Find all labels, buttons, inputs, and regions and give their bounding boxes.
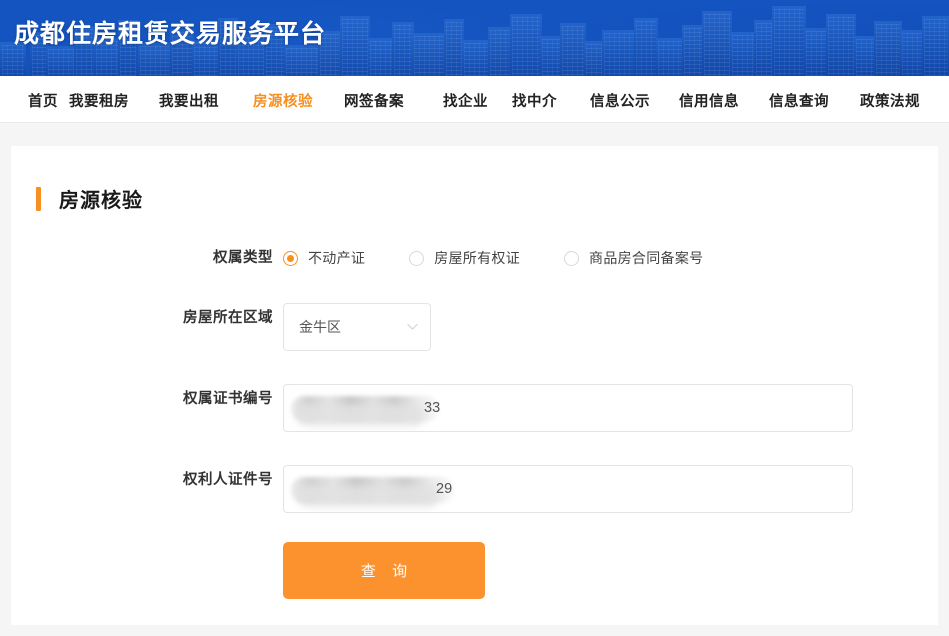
main-navigation: 首页 我要租房 我要出租 房源核验 网签备案 找企业 找中介 信息公示 信用信息 信息查询 政策法规 (0, 76, 949, 123)
nav-item-10[interactable]: 政策法规 (860, 90, 920, 111)
query-submit-button[interactable]: 查 询 (283, 542, 485, 599)
certificate-no-redaction (291, 396, 439, 422)
nav-item-1[interactable]: 我要租房 (69, 90, 129, 111)
owner-id-no-input[interactable]: 29 (283, 465, 853, 513)
certificate-no-value: 33 (424, 400, 441, 416)
owner-id-no-redaction (291, 477, 454, 503)
skyline-building (540, 36, 562, 76)
title-accent-bar (36, 186, 41, 211)
owner-id-no-label: 权利人证件号 (183, 472, 273, 488)
form-row-certificate-no: 权属证书编号 33 (11, 384, 938, 432)
content-panel: 房源核验 权属类型 不动产证 房屋所有权证 商品房合同备案号 房屋所在区域 金牛区 (11, 146, 938, 625)
certificate-no-input[interactable]: 33 (283, 384, 853, 432)
nav-item-7[interactable]: 信息公示 (590, 90, 650, 111)
skyline-building (392, 22, 414, 76)
skyline-building (510, 14, 542, 76)
skyline-building (488, 27, 512, 76)
ownership-type-option-2[interactable]: 商品房合同备案号 (564, 248, 703, 268)
ownership-type-option-1[interactable]: 房屋所有权证 (409, 248, 520, 268)
district-label: 房屋所在区域 (183, 310, 273, 326)
skyline-building (874, 21, 902, 76)
chevron-down-icon (407, 323, 418, 332)
owner-id-no-value: 29 (436, 481, 453, 497)
skyline-building (922, 16, 949, 76)
skyline-building (854, 36, 876, 76)
page-body: 房源核验 权属类型 不动产证 房屋所有权证 商品房合同备案号 房屋所在区域 金牛区 (0, 123, 949, 636)
skyline-building (702, 11, 732, 76)
skyline-building (682, 25, 704, 76)
certificate-no-field: 33 (283, 384, 938, 432)
nav-item-9[interactable]: 信息查询 (769, 90, 829, 111)
ownership-type-field: 不动产证 房屋所有权证 商品房合同备案号 (283, 243, 938, 273)
skyline-building (368, 38, 394, 76)
ownership-type-option-label: 不动产证 (308, 250, 366, 266)
ownership-type-radio-group: 不动产证 房屋所有权证 商品房合同备案号 (283, 243, 938, 273)
certificate-no-label: 权属证书编号 (183, 391, 273, 407)
form-row-district: 房屋所在区域 金牛区 (11, 303, 938, 351)
page-title: 房源核验 (59, 190, 143, 212)
page-title-group: 房源核验 (36, 184, 143, 213)
nav-item-8[interactable]: 信用信息 (679, 90, 739, 111)
skyline-building (444, 19, 464, 76)
nav-item-5[interactable]: 找企业 (443, 90, 488, 111)
nav-item-4[interactable]: 网签备案 (344, 90, 404, 111)
nav-item-6[interactable]: 找中介 (512, 90, 557, 111)
skyline-building (340, 16, 370, 76)
nav-item-2[interactable]: 我要出租 (159, 90, 219, 111)
verification-form: 权属类型 不动产证 房屋所有权证 商品房合同备案号 房屋所在区域 金牛区 权属证… (11, 243, 938, 599)
skyline-building (602, 30, 636, 76)
ownership-type-option-label: 房屋所有权证 (434, 250, 521, 266)
form-row-ownership-type: 权属类型 不动产证 房屋所有权证 商品房合同备案号 (11, 243, 938, 273)
skyline-building (462, 40, 490, 76)
nav-item-3[interactable]: 房源核验 (253, 90, 313, 111)
form-row-owner-id-no: 权利人证件号 29 (11, 465, 938, 513)
district-select[interactable]: 金牛区 (283, 303, 431, 351)
site-title: 成都住房租赁交易服务平台 (14, 20, 327, 48)
district-select-value: 金牛区 (299, 319, 341, 335)
skyline-building (772, 6, 806, 76)
district-field: 金牛区 (283, 303, 938, 351)
skyline-building (584, 41, 604, 76)
radio-button-icon (564, 250, 580, 266)
ownership-type-option-0[interactable]: 不动产证 (283, 248, 365, 268)
skyline-building (560, 23, 586, 76)
skyline-building (826, 14, 856, 76)
skyline-building (634, 18, 658, 76)
skyline-building (46, 46, 76, 76)
site-header-banner: 成都住房租赁交易服务平台 (0, 0, 949, 76)
skyline-building (754, 20, 774, 76)
skyline-building (412, 33, 446, 76)
nav-item-0[interactable]: 首页 (28, 90, 58, 111)
ownership-type-option-label: 商品房合同备案号 (589, 250, 704, 266)
radio-button-icon (283, 250, 298, 266)
owner-id-no-field: 29 (283, 465, 938, 513)
radio-button-icon (409, 250, 425, 266)
form-row-submit: 查 询 (11, 542, 938, 599)
skyline-building (804, 28, 828, 76)
skyline-building (900, 30, 924, 76)
skyline-building (730, 32, 756, 76)
submit-field: 查 询 (283, 542, 938, 599)
ownership-type-label: 权属类型 (213, 250, 273, 266)
skyline-building (656, 38, 684, 76)
